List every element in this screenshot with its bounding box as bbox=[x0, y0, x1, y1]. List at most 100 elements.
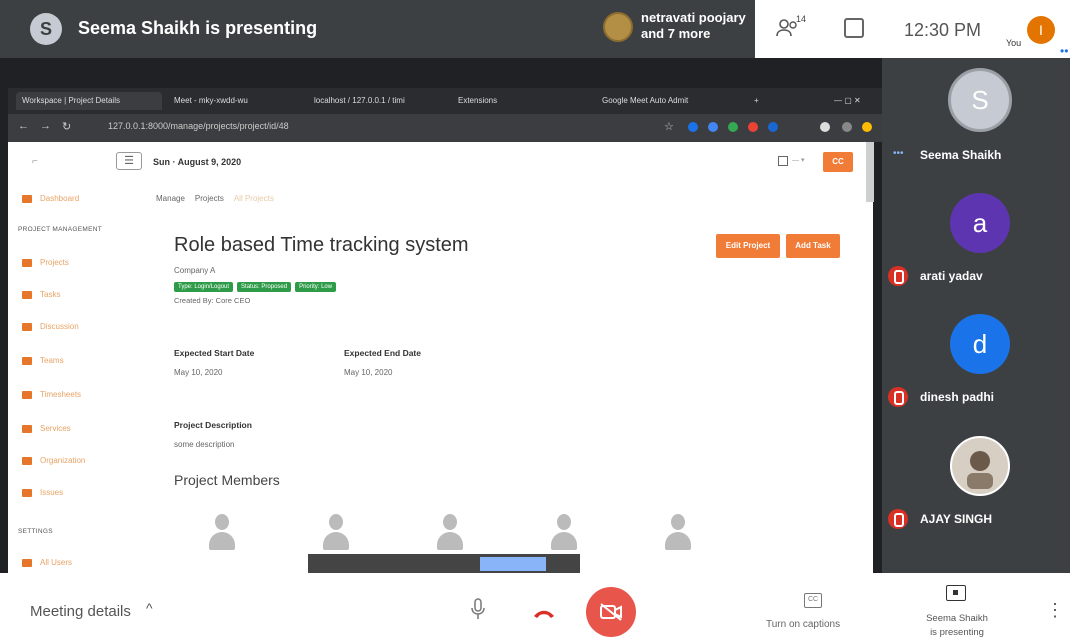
sidebar-item-projects[interactable]: Projects bbox=[22, 258, 69, 267]
participant-name: dinesh padhi bbox=[920, 390, 995, 404]
present-screen-icon[interactable] bbox=[946, 585, 966, 601]
start-date-value: May 10, 2020 bbox=[174, 368, 223, 377]
puzzle-icon[interactable] bbox=[820, 122, 830, 132]
member-avatar-icon[interactable] bbox=[322, 514, 350, 552]
page-scrollbar[interactable] bbox=[866, 142, 874, 202]
dashboard-icon bbox=[22, 194, 32, 203]
meet-top-bar: S Seema Shaikh is presenting netravati p… bbox=[0, 0, 1070, 62]
mic-off-icon bbox=[888, 509, 908, 529]
end-date-value: May 10, 2020 bbox=[344, 368, 393, 377]
breadcrumb-item[interactable]: All Projects bbox=[234, 194, 274, 203]
sidebar-item-organization[interactable]: Organization bbox=[22, 456, 85, 465]
sidebar-item-issues[interactable]: Issues bbox=[22, 488, 63, 497]
participant-name: Seema Shaikh bbox=[920, 148, 1002, 162]
browser-tab[interactable]: Meet - mky-xwdd-wu bbox=[168, 92, 298, 110]
microphone-icon[interactable] bbox=[468, 598, 488, 624]
start-date-label: Expected Start Date bbox=[174, 348, 255, 358]
team-icon bbox=[22, 356, 32, 365]
sidebar-item-discussion[interactable]: Discussion bbox=[22, 322, 79, 331]
extension-icon[interactable] bbox=[688, 122, 698, 132]
sidebar-item-teams[interactable]: Teams bbox=[22, 356, 64, 365]
member-avatar-icon[interactable] bbox=[436, 514, 464, 552]
user-menu-button[interactable]: CC bbox=[823, 152, 853, 172]
browser-tab[interactable]: Extensions bbox=[452, 92, 582, 110]
browser-tab[interactable]: localhost / 127.0.0.1 / timi bbox=[308, 92, 438, 110]
lang-select-icon[interactable]: — ▾ bbox=[792, 156, 804, 164]
breadcrumb: Manage Projects All Projects bbox=[156, 194, 274, 203]
presenter-avatar: S bbox=[30, 13, 62, 45]
member-avatar-icon[interactable] bbox=[664, 514, 692, 552]
window-controls-icon[interactable]: — ▢ ✕ bbox=[828, 92, 878, 110]
browser-address-bar: ← → ↻ 127.0.0.1:8000/manage/projects/pro… bbox=[8, 114, 882, 142]
sidebar-item-label: Teams bbox=[40, 356, 64, 365]
description-label: Project Description bbox=[174, 420, 252, 430]
menu-icon[interactable] bbox=[862, 122, 872, 132]
browser-tab[interactable]: Google Meet Auto Admit bbox=[596, 92, 736, 110]
people-count: 14 bbox=[796, 14, 807, 24]
members-heading: Project Members bbox=[174, 472, 280, 488]
sidebar-item-label: Dashboard bbox=[40, 194, 80, 203]
header-date: Sun · August 9, 2020 bbox=[153, 157, 242, 167]
participant-photo bbox=[950, 436, 1010, 496]
sidebar-section-heading: SETTINGS bbox=[18, 528, 53, 535]
participant-avatar: a bbox=[950, 193, 1010, 253]
breadcrumb-item[interactable]: Manage bbox=[156, 194, 185, 203]
profile-icon[interactable] bbox=[842, 122, 852, 132]
presenting-name: Seema Shaikh bbox=[926, 613, 988, 624]
status-badge: Status: Proposed bbox=[237, 282, 292, 292]
extension-icon[interactable] bbox=[748, 122, 758, 132]
back-icon[interactable]: ← bbox=[18, 120, 29, 132]
url-field[interactable]: 127.0.0.1:8000/manage/projects/project/i… bbox=[108, 121, 289, 131]
edit-project-button[interactable]: Edit Project bbox=[716, 234, 780, 258]
service-icon bbox=[22, 424, 32, 433]
extension-icon[interactable] bbox=[768, 122, 778, 132]
stop-sharing-button[interactable] bbox=[480, 557, 546, 571]
add-task-button[interactable]: Add Task bbox=[786, 234, 840, 258]
self-avatar[interactable]: I bbox=[1027, 16, 1055, 44]
captions-icon[interactable]: CC bbox=[804, 593, 822, 608]
web-page: ⌐ Dashboard PROJECT MANAGEMENT Projects … bbox=[8, 142, 873, 574]
sidebar-item-label: Tasks bbox=[40, 290, 61, 299]
more-options-icon[interactable]: ⋮ bbox=[1046, 600, 1064, 621]
hang-up-icon[interactable] bbox=[532, 602, 556, 618]
chevron-up-icon[interactable]: ^ bbox=[146, 600, 153, 616]
member-avatar-icon[interactable] bbox=[550, 514, 578, 552]
share-notification-bar bbox=[308, 554, 580, 574]
page-title: Role based Time tracking system bbox=[174, 234, 469, 256]
forward-icon[interactable]: → bbox=[40, 120, 51, 132]
user-icon bbox=[22, 558, 32, 567]
browser-tab[interactable]: Workspace | Project Details bbox=[16, 92, 162, 110]
viewers-line-1: netravati poojary bbox=[641, 10, 746, 25]
camera-off-icon[interactable] bbox=[586, 587, 636, 637]
sidebar-item-timesheets[interactable]: Timesheets bbox=[22, 390, 81, 399]
viewers-summary[interactable]: netravati poojary and 7 more bbox=[641, 10, 746, 42]
participant-name: arati yadav bbox=[920, 269, 983, 283]
sidebar-item-dashboard[interactable]: Dashboard bbox=[22, 194, 79, 203]
star-icon[interactable]: ☆ bbox=[664, 120, 674, 133]
app-logo-icon: ⌐ bbox=[32, 156, 38, 167]
new-tab-icon[interactable]: + bbox=[748, 92, 762, 110]
chat-bubble-icon bbox=[22, 322, 32, 331]
captions-button-label[interactable]: Turn on captions bbox=[766, 619, 840, 630]
reload-icon[interactable]: ↻ bbox=[62, 120, 71, 133]
extension-icon[interactable] bbox=[728, 122, 738, 132]
mic-off-icon bbox=[888, 266, 908, 286]
extension-icon[interactable] bbox=[708, 122, 718, 132]
sidebar-item-tasks[interactable]: Tasks bbox=[22, 290, 60, 299]
breadcrumb-item[interactable]: Projects bbox=[195, 194, 224, 203]
viewers-line-2: and 7 more bbox=[641, 26, 711, 41]
member-avatar-icon[interactable] bbox=[208, 514, 236, 552]
participant-name: AJAY SINGH bbox=[920, 512, 993, 526]
speaking-dots-icon: ••• bbox=[893, 148, 904, 159]
menu-toggle-button[interactable]: ☰ bbox=[116, 152, 142, 170]
sidebar-item-label: Services bbox=[40, 424, 71, 433]
fullscreen-icon[interactable] bbox=[778, 156, 788, 166]
participant-avatar: S bbox=[948, 68, 1012, 132]
chat-icon[interactable] bbox=[844, 18, 864, 38]
presenting-status[interactable]: Seema Shaikh is presenting bbox=[912, 612, 1002, 640]
sidebar-item-all-users[interactable]: All Users bbox=[22, 558, 72, 567]
sidebar-item-services[interactable]: Services bbox=[22, 424, 71, 433]
meeting-details-button[interactable]: Meeting details bbox=[30, 603, 131, 620]
participant-avatar: d bbox=[950, 314, 1010, 374]
sidebar-item-label: Discussion bbox=[40, 322, 79, 331]
